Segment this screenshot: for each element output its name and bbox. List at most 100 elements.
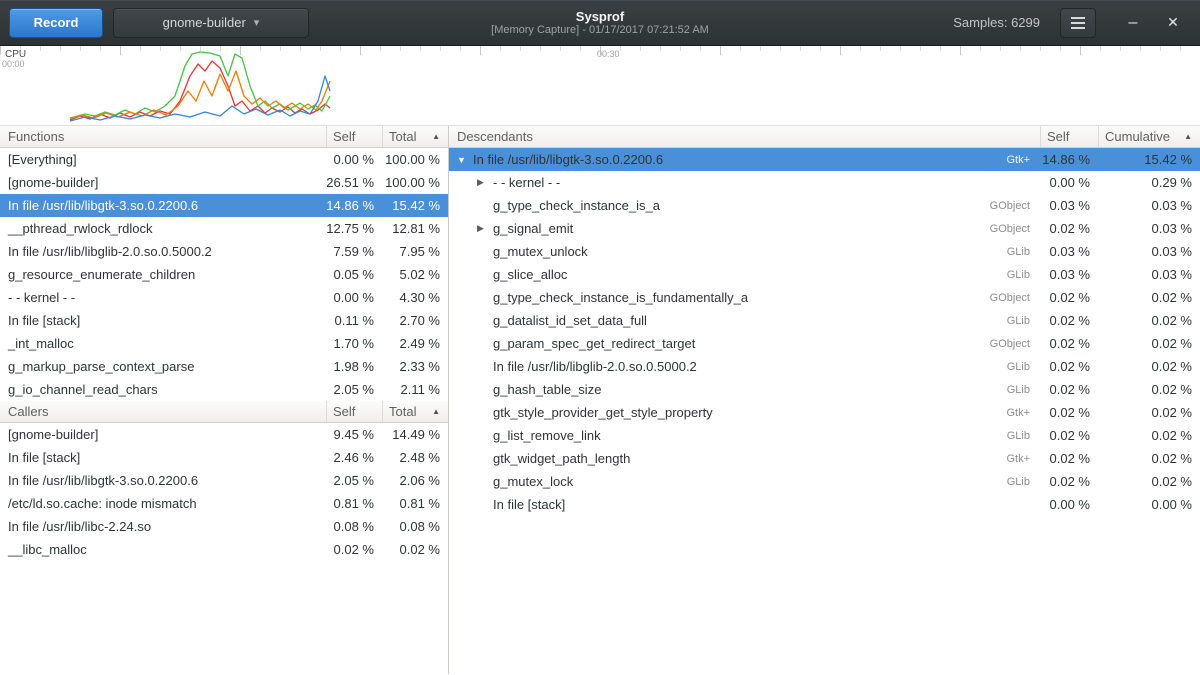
minimize-button[interactable]: – <box>1120 10 1146 36</box>
cell-self-percent: 0.05 % <box>326 267 382 282</box>
cumulative-column-header[interactable]: Cumulative ▲ <box>1098 126 1200 147</box>
tree-row[interactable]: ▼In file /usr/lib/libgtk-3.so.0.2200.6Gt… <box>449 148 1200 171</box>
table-row[interactable]: In file [stack]2.46 %2.48 % <box>0 446 448 469</box>
window-subtitle: [Memory Capture] - 01/17/2017 07:21:52 A… <box>491 24 709 37</box>
cell-self-percent: 2.05 % <box>326 473 382 488</box>
cpu-series-cpu-orange <box>70 71 330 119</box>
table-row[interactable]: [gnome-builder]9.45 %14.49 % <box>0 423 448 446</box>
functions-table-header: Functions Self Total ▲ <box>0 126 448 148</box>
table-row[interactable]: In file /usr/lib/libgtk-3.so.0.2200.62.0… <box>0 469 448 492</box>
cell-category: GLib <box>968 246 1040 258</box>
cell-cumulative-percent: 0.03 % <box>1098 221 1200 236</box>
callers-column-header[interactable]: Callers <box>0 401 326 422</box>
tree-row[interactable]: g_type_check_instance_is_aGObject0.03 %0… <box>449 194 1200 217</box>
left-pane: Functions Self Total ▲ [Everything]0.00 … <box>0 126 449 674</box>
cell-function-name: g_markup_parse_context_parse <box>0 359 326 374</box>
cell-self-percent: 0.00 % <box>326 152 382 167</box>
functions-column-header[interactable]: Functions <box>0 126 326 147</box>
tree-row[interactable]: g_datalist_id_set_data_fullGLib0.02 %0.0… <box>449 309 1200 332</box>
table-row[interactable]: _int_malloc1.70 %2.49 % <box>0 332 448 355</box>
table-row[interactable]: In file [stack]0.11 %2.70 % <box>0 309 448 332</box>
cell-total-percent: 2.70 % <box>382 313 448 328</box>
cell-self-percent: 0.00 % <box>1040 175 1098 190</box>
cell-cumulative-percent: 0.29 % <box>1098 175 1200 190</box>
cell-self-percent: 0.03 % <box>1040 244 1098 259</box>
record-button[interactable]: Record <box>9 8 103 38</box>
cpu-graph[interactable]: CPU 00:00 00:30 <box>0 46 1200 125</box>
cell-category: GObject <box>968 223 1040 235</box>
cell-function-name: g_mutex_lock <box>493 474 968 489</box>
tree-row[interactable]: g_slice_allocGLib0.03 %0.03 % <box>449 263 1200 286</box>
table-row[interactable]: - - kernel - -0.00 %4.30 % <box>0 286 448 309</box>
cell-self-percent: 14.86 % <box>326 198 382 213</box>
self-column-header[interactable]: Self <box>1040 126 1098 147</box>
tree-row[interactable]: gtk_style_provider_get_style_propertyGtk… <box>449 401 1200 424</box>
table-row[interactable]: [gnome-builder]26.51 %100.00 % <box>0 171 448 194</box>
cell-category: GObject <box>968 292 1040 304</box>
table-row[interactable]: __libc_malloc0.02 %0.02 % <box>0 538 448 561</box>
cell-category: GLib <box>968 476 1040 488</box>
tree-row[interactable]: ▶- - kernel - -0.00 %0.29 % <box>449 171 1200 194</box>
cell-function-name: In file /usr/lib/libglib-2.0.so.0.5000.2 <box>493 359 968 374</box>
tree-row[interactable]: g_list_remove_linkGLib0.02 %0.02 % <box>449 424 1200 447</box>
cell-total-percent: 2.06 % <box>382 473 448 488</box>
tree-row[interactable]: gtk_widget_path_lengthGtk+0.02 %0.02 % <box>449 447 1200 470</box>
cell-function-name: [gnome-builder] <box>0 175 326 190</box>
cell-total-percent: 2.49 % <box>382 336 448 351</box>
table-row[interactable]: In file /usr/lib/libglib-2.0.so.0.5000.2… <box>0 240 448 263</box>
table-row[interactable]: In file /usr/lib/libgtk-3.so.0.2200.614.… <box>0 194 448 217</box>
headerbar-right: Samples: 6299 – ✕ <box>953 8 1200 38</box>
self-column-header[interactable]: Self <box>326 401 382 422</box>
tree-row[interactable]: g_param_spec_get_redirect_targetGObject0… <box>449 332 1200 355</box>
expander-icon[interactable]: ▶ <box>477 223 493 234</box>
total-column-header[interactable]: Total ▲ <box>382 401 448 422</box>
close-button[interactable]: ✕ <box>1160 10 1186 36</box>
cell-self-percent: 0.81 % <box>326 496 382 511</box>
expander-icon[interactable]: ▼ <box>457 155 473 165</box>
table-row[interactable]: g_io_channel_read_chars2.05 %2.11 % <box>0 378 448 401</box>
tree-row[interactable]: g_mutex_lockGLib0.02 %0.02 % <box>449 470 1200 493</box>
cell-function-name: /etc/ld.so.cache: inode mismatch <box>0 496 326 511</box>
tree-row[interactable]: g_type_check_instance_is_fundamentally_a… <box>449 286 1200 309</box>
cell-total-percent: 4.30 % <box>382 290 448 305</box>
cell-self-percent: 0.02 % <box>1040 290 1098 305</box>
tree-row[interactable]: In file /usr/lib/libglib-2.0.so.0.5000.2… <box>449 355 1200 378</box>
cell-function-name: In file [stack] <box>0 313 326 328</box>
cell-cumulative-percent: 0.02 % <box>1098 336 1200 351</box>
cell-self-percent: 9.45 % <box>326 427 382 442</box>
tree-row[interactable]: ▶g_signal_emitGObject0.02 %0.03 % <box>449 217 1200 240</box>
tree-row[interactable]: g_hash_table_sizeGLib0.02 %0.02 % <box>449 378 1200 401</box>
tree-row[interactable]: In file [stack]0.00 %0.00 % <box>449 493 1200 516</box>
descendants-rows: ▼In file /usr/lib/libgtk-3.so.0.2200.6Gt… <box>449 148 1200 516</box>
expander-icon[interactable]: ▶ <box>477 177 493 188</box>
tree-row[interactable]: g_mutex_unlockGLib0.03 %0.03 % <box>449 240 1200 263</box>
cell-cumulative-percent: 0.03 % <box>1098 244 1200 259</box>
process-selector-label: gnome-builder <box>163 15 246 30</box>
table-row[interactable]: g_markup_parse_context_parse1.98 %2.33 % <box>0 355 448 378</box>
cell-self-percent: 0.00 % <box>1040 497 1098 512</box>
table-row[interactable]: /etc/ld.so.cache: inode mismatch0.81 %0.… <box>0 492 448 515</box>
cell-cumulative-percent: 0.03 % <box>1098 267 1200 282</box>
process-selector-dropdown[interactable]: gnome-builder ▾ <box>113 8 309 38</box>
cell-category: GLib <box>968 315 1040 327</box>
menu-button[interactable] <box>1060 8 1096 38</box>
table-row[interactable]: g_resource_enumerate_children0.05 %5.02 … <box>0 263 448 286</box>
cell-total-percent: 12.81 % <box>382 221 448 236</box>
cell-self-percent: 0.02 % <box>1040 336 1098 351</box>
descendants-column-header[interactable]: Descendants <box>449 126 1040 147</box>
table-row[interactable]: [Everything]0.00 %100.00 % <box>0 148 448 171</box>
sort-indicator-icon: ▲ <box>1184 132 1196 141</box>
cell-function-name: In file /usr/lib/libgtk-3.so.0.2200.6 <box>0 473 326 488</box>
cell-total-percent: 15.42 % <box>382 198 448 213</box>
cell-cumulative-percent: 0.02 % <box>1098 428 1200 443</box>
cell-self-percent: 0.02 % <box>1040 221 1098 236</box>
table-row[interactable]: In file /usr/lib/libc-2.24.so0.08 %0.08 … <box>0 515 448 538</box>
cpu-series-cpu-green <box>70 52 330 118</box>
total-column-header[interactable]: Total ▲ <box>382 126 448 147</box>
cell-total-percent: 0.08 % <box>382 519 448 534</box>
self-column-header[interactable]: Self <box>326 126 382 147</box>
table-row[interactable]: __pthread_rwlock_rdlock12.75 %12.81 % <box>0 217 448 240</box>
headerbar-left: Record gnome-builder ▾ <box>0 8 309 38</box>
cell-function-name: g_signal_emit <box>493 221 968 236</box>
functions-rows: [Everything]0.00 %100.00 %[gnome-builder… <box>0 148 448 401</box>
